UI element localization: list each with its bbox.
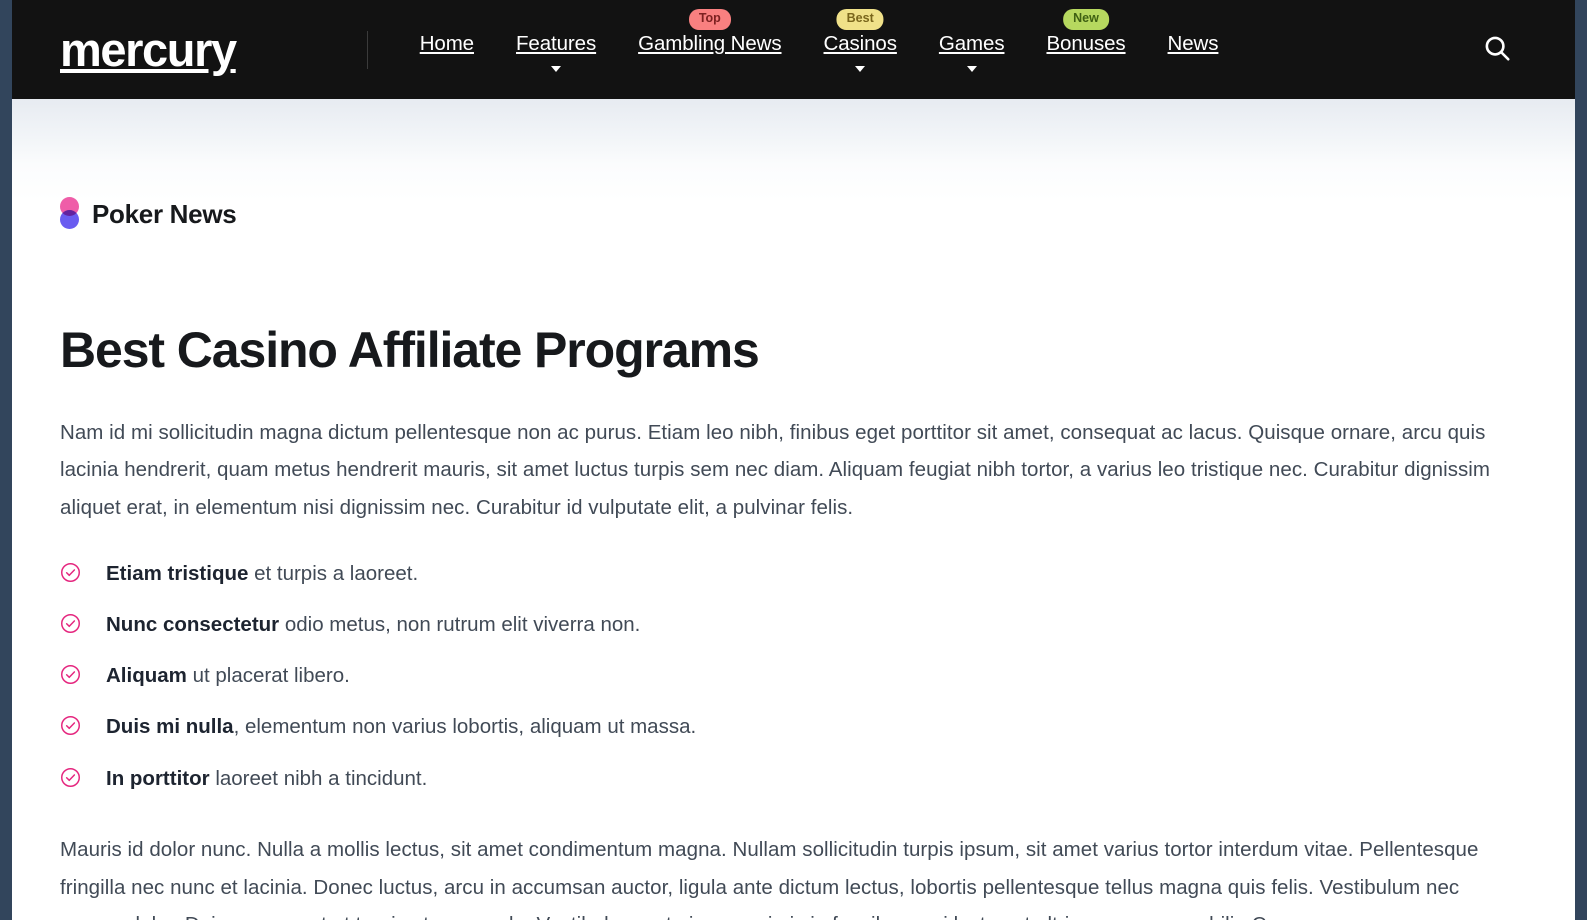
list-item-text: Nunc consectetur odio metus, non rutrum … (106, 611, 640, 639)
nav-item-casinos[interactable]: Best Casinos (803, 9, 918, 72)
nav-item-gambling-news[interactable]: Top Gambling News (617, 9, 802, 57)
check-circle-icon (60, 767, 81, 796)
site-header: mercury Home Features Top Gambling News Best… (12, 0, 1575, 99)
two-overlapping-circles-icon (60, 197, 79, 231)
page-title: Best Casino Affiliate Programs (60, 322, 760, 378)
hero-gradient (12, 99, 1575, 201)
nav-item-home[interactable]: Home (399, 32, 495, 57)
list-item-desc: et turpis a laoreet. (248, 561, 419, 585)
nav-link-label[interactable]: Bonuses (1046, 32, 1125, 57)
nav-link-label[interactable]: Home (420, 32, 474, 57)
chevron-down-icon[interactable] (855, 65, 866, 72)
browser-viewport: mercury Home Features Top Gambling News Best… (12, 0, 1575, 920)
list-item-term: Etiam tristique (106, 561, 249, 585)
list-item-text: Duis mi nulla, elementum non varius lobo… (106, 713, 696, 741)
nav-menu: Home Features Top Gambling News Best Casinos G… (399, 0, 1240, 99)
list-item-desc: ut placerat libero. (186, 664, 350, 688)
list-item: Duis mi nulla, elementum non varius lobo… (60, 713, 1527, 744)
nav-item-bonuses[interactable]: New Bonuses (1025, 9, 1146, 57)
article-intro-paragraph: Nam id mi sollicitudin magna dictum pell… (60, 421, 1491, 519)
check-circle-icon (60, 613, 81, 642)
list-item: Etiam tristique et turpis a laoreet. (60, 560, 1527, 591)
nav-badge: Top (688, 9, 731, 30)
nav-link-label[interactable]: Features (516, 32, 596, 57)
nav-link-label[interactable]: News (1168, 32, 1219, 57)
nav-item-features[interactable]: Features (495, 32, 617, 72)
list-item-term: In porttitor (106, 766, 210, 790)
list-item-desc: laoreet nibh a tincidunt. (209, 766, 428, 790)
nav-badge: New (1063, 9, 1109, 30)
check-circle-icon (60, 664, 81, 693)
main-navigation: Home Features Top Gambling News Best Casinos G… (368, 0, 1240, 99)
list-item-text: Aliquam ut placerat libero. (106, 662, 350, 690)
list-item-text: Etiam tristique et turpis a laoreet. (106, 560, 418, 588)
article-outro-paragraph: Mauris id dolor nunc. Nulla a mollis lec… (60, 838, 1479, 920)
list-item: In porttitor laoreet nibh a tincidunt. (60, 765, 1527, 796)
check-circle-icon (60, 715, 81, 744)
nav-item-news[interactable]: News (1147, 32, 1240, 57)
list-item: Nunc consectetur odio metus, non rutrum … (60, 611, 1527, 642)
list-item-desc: odio metus, non rutrum elit viverra non. (279, 613, 641, 637)
chevron-down-icon[interactable] (551, 65, 562, 72)
nav-link-label[interactable]: Casinos (824, 32, 897, 57)
chevron-down-icon[interactable] (966, 65, 977, 72)
site-logo[interactable]: mercury (60, 26, 237, 73)
article-category[interactable]: Poker News (60, 197, 1527, 231)
list-item-term: Nunc consectetur (106, 613, 280, 637)
search-icon (1482, 33, 1512, 66)
list-item-term: Aliquam (106, 664, 187, 688)
article-main: Poker News Best Casino Affiliate Program… (12, 197, 1575, 920)
nav-badge: Best (836, 9, 884, 30)
nav-link-label[interactable]: Gambling News (638, 32, 782, 57)
list-item-text: In porttitor laoreet nibh a tincidunt. (106, 765, 427, 793)
list-item: Aliquam ut placerat libero. (60, 662, 1527, 693)
nav-item-games[interactable]: Games (918, 32, 1026, 72)
feature-list: Etiam tristique et turpis a laoreet. Nunc… (60, 560, 1527, 795)
list-item-term: Duis mi nulla (106, 715, 234, 739)
list-item-desc: , elementum non varius lobortis, aliquam… (233, 715, 697, 739)
search-button[interactable] (1474, 27, 1520, 73)
nav-link-label[interactable]: Games (939, 32, 1005, 57)
check-circle-icon (60, 562, 81, 591)
category-label: Poker News (92, 198, 237, 229)
